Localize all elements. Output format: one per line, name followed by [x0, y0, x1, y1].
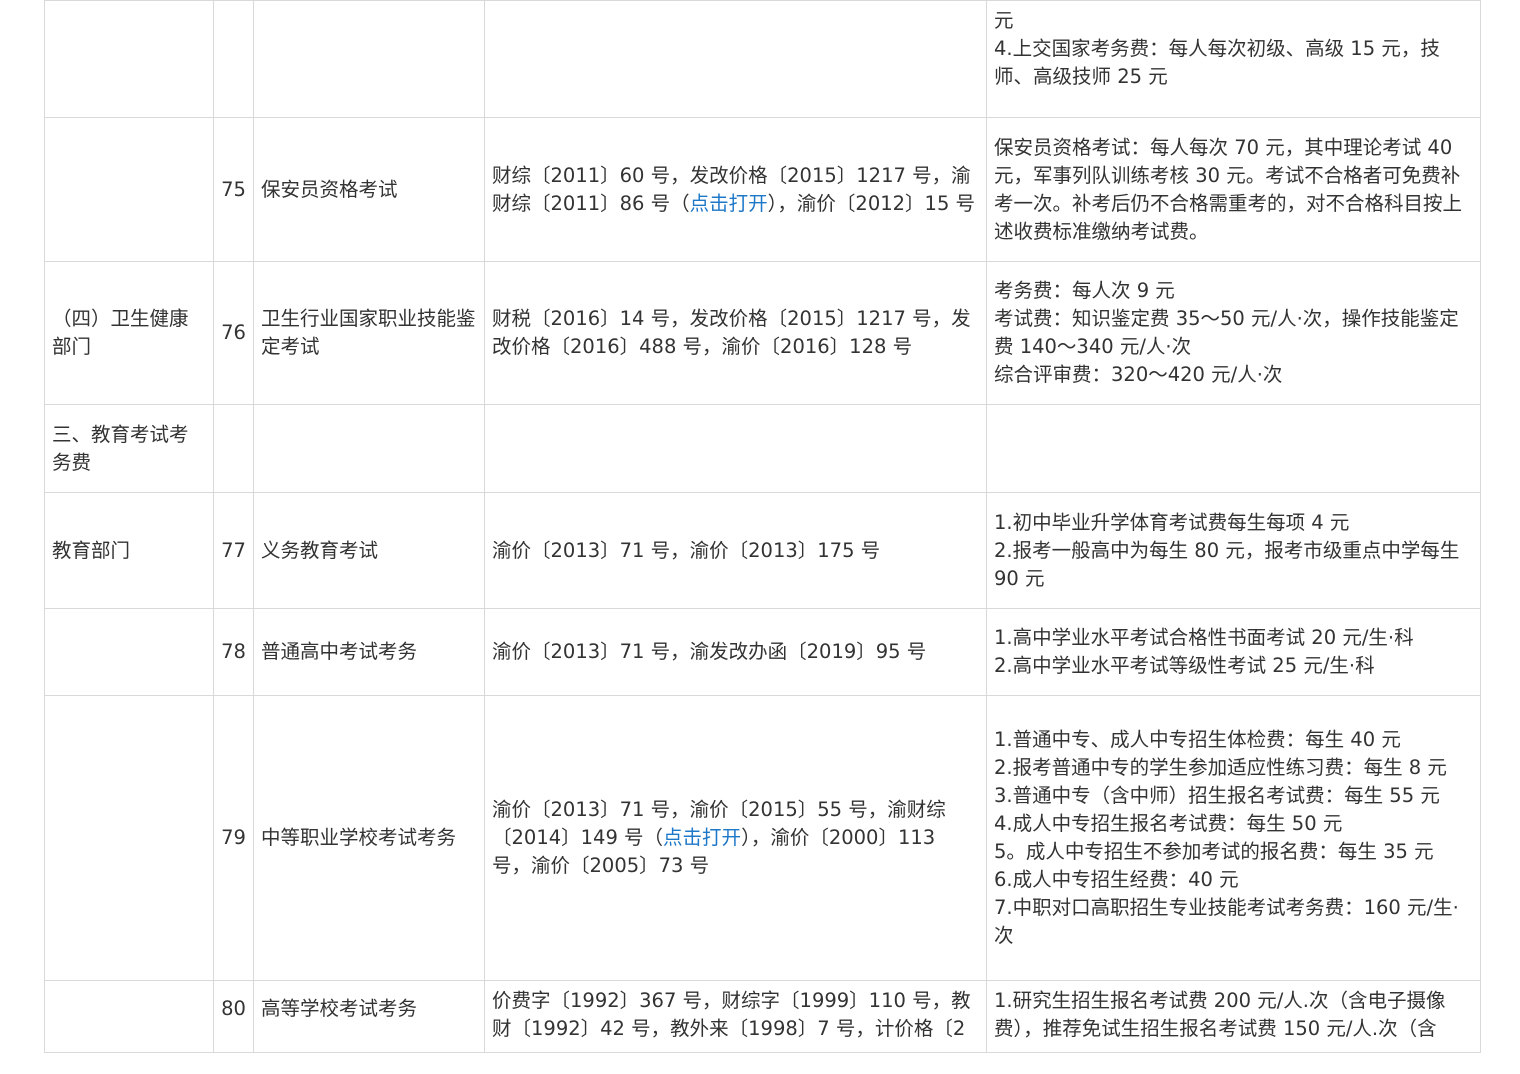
- basis-text: 渝价〔2013〕71 号，渝发改办函〔2019〕95 号: [492, 640, 927, 663]
- item-name: 高等学校考试考务: [253, 980, 485, 1053]
- table-row: 80 高等学校考试考务 价费字〔1992〕367 号，财综字〔1999〕110 …: [44, 980, 1481, 1053]
- standard-line: 4.上交国家考务费：每人每次初级、高级 15 元，技师、高级技师 25 元: [994, 37, 1440, 88]
- basis-cell: 渝价〔2013〕71 号，渝价〔2015〕55 号，渝财综〔2014〕149 号…: [484, 695, 987, 981]
- category-cell: [44, 117, 214, 262]
- item-name: 中等职业学校考试考务: [253, 695, 485, 981]
- basis-text: 价费字〔1992〕367 号，财综字〔1999〕110 号，教财〔1992〕42…: [492, 989, 971, 1040]
- item-number: 78: [213, 608, 254, 696]
- basis-text: ），渝价〔2012〕15 号: [767, 191, 976, 215]
- standard-line: 4.成人中专招生报名考试费：每生 50 元: [994, 812, 1343, 835]
- item-name: [253, 0, 485, 118]
- basis-cell: 价费字〔1992〕367 号，财综字〔1999〕110 号，教财〔1992〕42…: [484, 980, 987, 1053]
- standard-line: 保安员资格考试：每人每次 70 元，其中理论考试 40 元，军事列队训练考核 3…: [994, 135, 1463, 243]
- item-name: 普通高中考试考务: [253, 608, 485, 696]
- open-link[interactable]: 点击打开: [690, 192, 768, 215]
- standard-cell: 考务费：每人次 9 元 考试费：知识鉴定费 35～50 元/人·次，操作技能鉴定…: [986, 261, 1481, 405]
- standard-line: 1.初中毕业升学体育考试费每生每项 4 元: [994, 510, 1350, 534]
- basis-cell: 财综〔2011〕60 号，发改价格〔2015〕1217 号，渝财综〔2011〕8…: [484, 117, 987, 262]
- item-name: 卫生行业国家职业技能鉴定考试: [253, 261, 485, 405]
- category-cell: [44, 980, 214, 1053]
- standard-cell: 保安员资格考试：每人每次 70 元，其中理论考试 40 元，军事列队训练考核 3…: [986, 117, 1481, 262]
- item-number: 77: [213, 492, 254, 609]
- item-number: 76: [213, 261, 254, 405]
- standard-cell: 1.研究生招生报名考试费 200 元/人.次（含电子摄像费），推荐免试生招生报名…: [986, 980, 1481, 1053]
- table-row: 78 普通高中考试考务 渝价〔2013〕71 号，渝发改办函〔2019〕95 号…: [44, 608, 1481, 696]
- standard-line: 7.中职对口高职招生专业技能考试考务费：160 元/生·次: [994, 896, 1459, 947]
- category-cell: [44, 608, 214, 696]
- item-number: [213, 404, 254, 493]
- basis-cell: 渝价〔2013〕71 号，渝发改办函〔2019〕95 号: [484, 608, 987, 696]
- standard-line: 5。成人中专招生不参加考试的报名费：每生 35 元: [994, 840, 1434, 863]
- table-row: 79 中等职业学校考试考务 渝价〔2013〕71 号，渝价〔2015〕55 号，…: [44, 695, 1481, 981]
- standard-cell: [986, 404, 1481, 493]
- open-link[interactable]: 点击打开: [663, 826, 741, 849]
- table-row: 元 4.上交国家考务费：每人每次初级、高级 15 元，技师、高级技师 25 元: [44, 0, 1481, 118]
- standard-line: 元: [994, 9, 1014, 32]
- standard-cell: 元 4.上交国家考务费：每人每次初级、高级 15 元，技师、高级技师 25 元: [986, 0, 1481, 118]
- fee-table: 元 4.上交国家考务费：每人每次初级、高级 15 元，技师、高级技师 25 元 …: [44, 0, 1481, 1053]
- category-cell: 教育部门: [44, 492, 214, 609]
- basis-text: 财税〔2016〕14 号，发改价格〔2015〕1217 号，发改价格〔2016〕…: [492, 307, 971, 358]
- standard-line: 综合评审费：320～420 元/人·次: [994, 363, 1283, 386]
- standard-cell: 1.普通中专、成人中专招生体检费：每生 40 元 2.报考普通中专的学生参加适应…: [986, 695, 1481, 981]
- item-number: [213, 0, 254, 118]
- basis-cell: 渝价〔2013〕71 号，渝价〔2013〕175 号: [484, 492, 987, 609]
- basis-cell: [484, 404, 987, 493]
- basis-text: 渝价〔2013〕71 号，渝价〔2013〕175 号: [492, 538, 881, 562]
- basis-cell: 财税〔2016〕14 号，发改价格〔2015〕1217 号，发改价格〔2016〕…: [484, 261, 987, 405]
- table-row: 三、教育考试考务费: [44, 404, 1481, 493]
- standard-line: 1.高中学业水平考试合格性书面考试 20 元/生·科: [994, 626, 1414, 649]
- category-cell: （四）卫生健康部门: [44, 261, 214, 405]
- standard-line: 1.研究生招生报名考试费 200 元/人.次（含电子摄像费），推荐免试生招生报名…: [994, 989, 1446, 1040]
- section-heading: 三、教育考试考务费: [44, 404, 214, 493]
- table-row: 教育部门 77 义务教育考试 渝价〔2013〕71 号，渝价〔2013〕175 …: [44, 492, 1481, 609]
- standard-line: 3.普通中专（含中师）招生报名考试费：每生 55 元: [994, 784, 1440, 807]
- category-cell: [44, 695, 214, 981]
- standard-line: 2.报考一般高中为每生 80 元，报考市级重点中学每生 90 元: [994, 538, 1460, 590]
- table-row: 75 保安员资格考试 财综〔2011〕60 号，发改价格〔2015〕1217 号…: [44, 117, 1481, 262]
- standard-line: 2.高中学业水平考试等级性考试 25 元/生·科: [994, 654, 1375, 677]
- item-name: 义务教育考试: [253, 492, 485, 609]
- item-number: 80: [213, 980, 254, 1053]
- item-number: 75: [213, 117, 254, 262]
- standard-cell: 1.高中学业水平考试合格性书面考试 20 元/生·科 2.高中学业水平考试等级性…: [986, 608, 1481, 696]
- item-number: 79: [213, 695, 254, 981]
- standard-line: 2.报考普通中专的学生参加适应性练习费：每生 8 元: [994, 756, 1447, 779]
- standard-cell: 1.初中毕业升学体育考试费每生每项 4 元 2.报考一般高中为每生 80 元，报…: [986, 492, 1481, 609]
- standard-line: 考务费：每人次 9 元: [994, 279, 1175, 302]
- category-cell: [44, 0, 214, 118]
- standard-line: 考试费：知识鉴定费 35～50 元/人·次，操作技能鉴定费 140～340 元/…: [994, 307, 1459, 358]
- standard-line: 6.成人中专招生经费：40 元: [994, 868, 1239, 891]
- basis-cell: [484, 0, 987, 118]
- standard-line: 1.普通中专、成人中专招生体检费：每生 40 元: [994, 728, 1401, 751]
- table-row: （四）卫生健康部门 76 卫生行业国家职业技能鉴定考试 财税〔2016〕14 号…: [44, 261, 1481, 405]
- item-name: 保安员资格考试: [253, 117, 485, 262]
- item-name: [253, 404, 485, 493]
